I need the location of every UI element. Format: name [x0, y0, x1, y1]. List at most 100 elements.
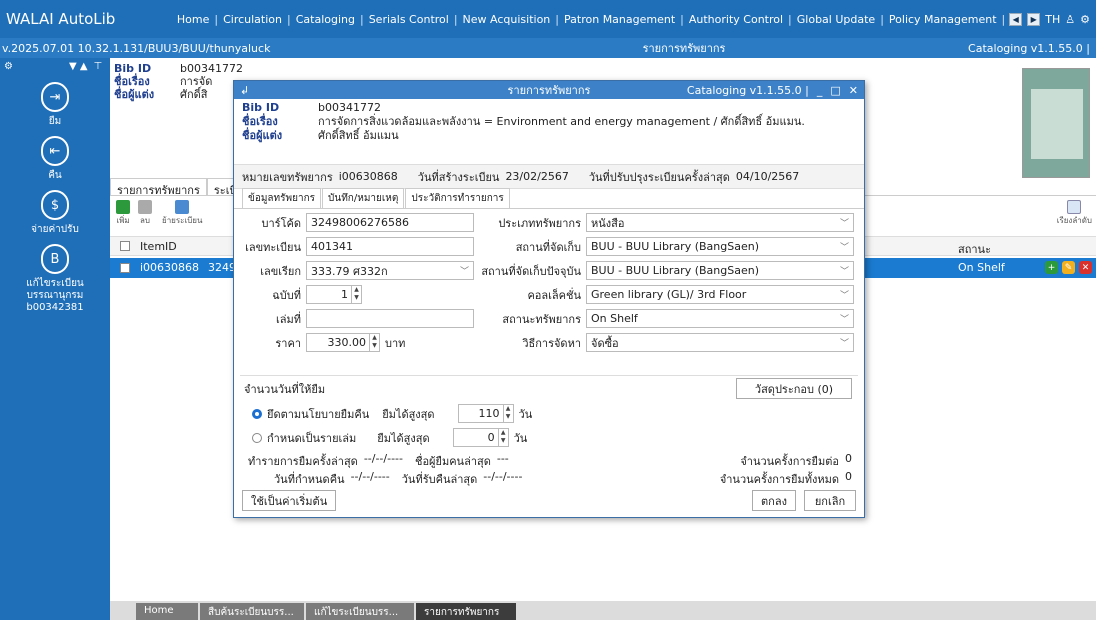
cancel-button[interactable]: ยกเลิก — [804, 490, 856, 511]
tab-items[interactable]: รายการทรัพยากร — [110, 178, 207, 197]
price-stepper[interactable]: 330.00 ▲ ▼ — [306, 333, 380, 352]
copy-stepper[interactable]: 1 ▲ ▼ — [306, 285, 362, 304]
module-version: Cataloging v1.1.55.0 | — [968, 41, 1090, 55]
chevron-down-icon: ﹀ — [839, 243, 849, 253]
next-arrow-icon[interactable]: ▶ — [1027, 12, 1041, 26]
chevron-down-icon: ﹀ — [839, 291, 849, 301]
row-actions: + ✎ ✕ — [1045, 261, 1092, 274]
bottom-tab-items[interactable]: รายการทรัพยากร — [416, 603, 516, 620]
minimize-icon[interactable]: _ — [817, 84, 823, 97]
dialog-footer: ใช้เป็นค่าเริ่มต้น ตกลง ยกเลิก — [234, 485, 864, 517]
sidebar-item-return[interactable]: ⇤ คืน — [0, 136, 110, 182]
topbar-tools: ◀ ▶ TH ♙ ⚙ — [1009, 12, 1096, 26]
tab-history[interactable]: ประวัติการทำรายการ — [405, 188, 510, 208]
row-checkbox[interactable] — [120, 263, 130, 273]
menu-patron[interactable]: Patron Management — [559, 13, 680, 26]
chevron-down-icon: ﹀ — [839, 267, 849, 277]
item-form: บาร์โค้ด 32498006276586 เลขทะเบียน 40134… — [234, 209, 864, 369]
collapse-icon[interactable]: ▼ ▲ — [69, 61, 88, 72]
tab-notes[interactable]: บันทึก/หมายเหตุ — [322, 188, 405, 208]
move-record-button[interactable]: ย้ายระเบียน — [162, 200, 202, 227]
collection-select[interactable]: Green library (GL)/ 3rd Floor ﹀ — [586, 285, 854, 304]
registration-info: หมายเลขทรัพยากร i00630868 วันที่สร้างระเ… — [234, 165, 864, 189]
menu-cataloging[interactable]: Cataloging — [291, 13, 360, 26]
item-dialog: ↲ รายการทรัพยากร Cataloging v1.1.55.0 | … — [233, 80, 865, 518]
select-all-checkbox[interactable] — [120, 241, 130, 251]
per-item-radio[interactable] — [252, 432, 262, 443]
sidebar-item-borrow[interactable]: ⇥ ยืม — [0, 82, 110, 128]
status-bar: v.2025.07.01 10.32.1.131/BUU3/BUU/thunya… — [0, 38, 1096, 58]
barcode-input[interactable]: 32498006276586 — [306, 213, 474, 232]
gear-icon[interactable]: ⚙ — [4, 61, 13, 72]
menu-serials[interactable]: Serials Control — [364, 13, 454, 26]
sidebar: ⚙ ▼ ▲ ⊤ ⇥ ยืม ⇤ คืน $ จ่ายค่าปรับ B แก้ไ… — [0, 58, 110, 620]
move-icon — [175, 200, 190, 214]
spin-icon[interactable]: ▲ ▼ — [351, 286, 361, 303]
prev-arrow-icon[interactable]: ◀ — [1009, 12, 1023, 26]
acquisition-select[interactable]: จัดซื้อ ﹀ — [586, 333, 854, 352]
top-bar: WALAI AutoLib Home | Circulation | Catalog… — [0, 0, 1096, 38]
updated-date: 04/10/2567 — [735, 170, 800, 183]
add-icon[interactable]: + — [1045, 261, 1058, 274]
bottom-tab-search[interactable]: สืบค้นระเบียนบรร... — [200, 603, 304, 620]
location-select[interactable]: BUU - BUU Library (BangSaen) ﹀ — [586, 237, 854, 256]
dialog-bib-info: Bib ID b00341772 ชื่อเรื่อง การจัดการสิ่งแ… — [234, 99, 864, 165]
add-icon — [116, 200, 130, 214]
current-location-select[interactable]: BUU - BUU Library (BangSaen) ﹀ — [586, 261, 854, 280]
edit-icon[interactable]: ✎ — [1062, 261, 1075, 274]
sort-button[interactable]: เรียงลำดับ — [1057, 200, 1092, 227]
delete-icon[interactable]: ✕ — [1079, 261, 1092, 274]
borrow-icon: ⇥ — [41, 82, 69, 112]
chevron-down-icon: ﹀ — [839, 315, 849, 325]
item-number: i00630868 — [338, 170, 398, 183]
spin-icon[interactable]: ▲ ▼ — [502, 405, 513, 422]
menu-global-update[interactable]: Global Update — [792, 13, 880, 26]
chevron-down-icon: ﹀ — [839, 339, 849, 349]
menu-policy[interactable]: Policy Management — [884, 13, 1002, 26]
materials-button[interactable]: วัสดุประกอบ (0) — [736, 378, 852, 399]
bottom-tab-bar: Home สืบค้นระเบียนบรร... แก้ไขระเบียนบรร… — [110, 601, 1096, 620]
status-select[interactable]: On Shelf ﹀ — [586, 309, 854, 328]
add-button[interactable]: เพิ่ม — [116, 200, 130, 227]
type-select[interactable]: หนังสือ ﹀ — [586, 213, 854, 232]
dialog-controls: Cataloging v1.1.55.0 | _ □ ✕ — [687, 84, 858, 97]
menu-acquisition[interactable]: New Acquisition — [458, 13, 556, 26]
user-icon[interactable]: ♙ — [1065, 13, 1075, 26]
window-title: รายการทรัพยากร — [642, 42, 726, 55]
session-info: v.2025.07.01 10.32.1.131/BUU3/BUU/thunya… — [2, 41, 271, 55]
sort-icon — [1067, 200, 1082, 214]
chevron-down-icon: ﹀ — [459, 267, 469, 277]
tab-item-info[interactable]: ข้อมูลทรัพยากร — [242, 188, 322, 208]
menu-home[interactable]: Home — [172, 13, 214, 26]
bottom-tab-edit[interactable]: แก้ไขระเบียนบรร... — [306, 603, 414, 620]
sidebar-controls: ⚙ ▼ ▲ ⊤ — [0, 58, 110, 74]
policy-max-stepper[interactable]: 110 ▲ ▼ — [457, 404, 514, 423]
delete-button[interactable]: ลบ — [138, 200, 152, 227]
spin-icon[interactable]: ▲ ▼ — [497, 429, 508, 446]
edit-record-icon: B — [41, 244, 69, 274]
dialog-tabs: ข้อมูลทรัพยากร บันทึก/หมายเหตุ ประวัติกา… — [234, 188, 864, 209]
per-item-max-stepper[interactable]: 0 ▲ ▼ — [452, 428, 509, 447]
sidebar-item-edit-record[interactable]: B แก้ไขระเบียน บรรณานุกรม b00342381 — [0, 244, 110, 314]
menu-authority[interactable]: Authority Control — [684, 13, 788, 26]
language-switch[interactable]: TH — [1045, 13, 1060, 26]
regno-input[interactable]: 401341 — [306, 237, 474, 256]
loan-section: จำนวนวันที่ให้ยืม วัสดุประกอบ (0) ยึดตาม… — [240, 375, 858, 486]
ok-button[interactable]: ตกลง — [752, 490, 796, 511]
menu-circulation[interactable]: Circulation — [218, 13, 287, 26]
policy-radio[interactable] — [252, 408, 262, 419]
pin-icon[interactable]: ⊤ — [94, 61, 103, 72]
fine-icon: $ — [41, 190, 69, 220]
sidebar-item-fine[interactable]: $ จ่ายค่าปรับ — [0, 190, 110, 236]
maximize-icon[interactable]: □ — [830, 84, 840, 97]
spin-icon[interactable]: ▲ ▼ — [369, 334, 379, 351]
dialog-title-bar[interactable]: ↲ รายการทรัพยากร Cataloging v1.1.55.0 | … — [234, 81, 864, 99]
volume-input[interactable] — [306, 309, 474, 328]
book-cover-thumbnail — [1022, 68, 1090, 178]
callno-select[interactable]: 333.79 ศ332ก ﹀ — [306, 261, 474, 280]
background-bib-info: Bib ID b00341772 ชื่อเรื่อง การจัด ชื่อผู้… — [114, 62, 243, 101]
set-default-button[interactable]: ใช้เป็นค่าเริ่มต้น — [242, 490, 337, 511]
bottom-tab-home[interactable]: Home — [136, 603, 198, 620]
close-icon[interactable]: ✕ — [849, 84, 858, 97]
gear-icon[interactable]: ⚙ — [1080, 13, 1090, 26]
